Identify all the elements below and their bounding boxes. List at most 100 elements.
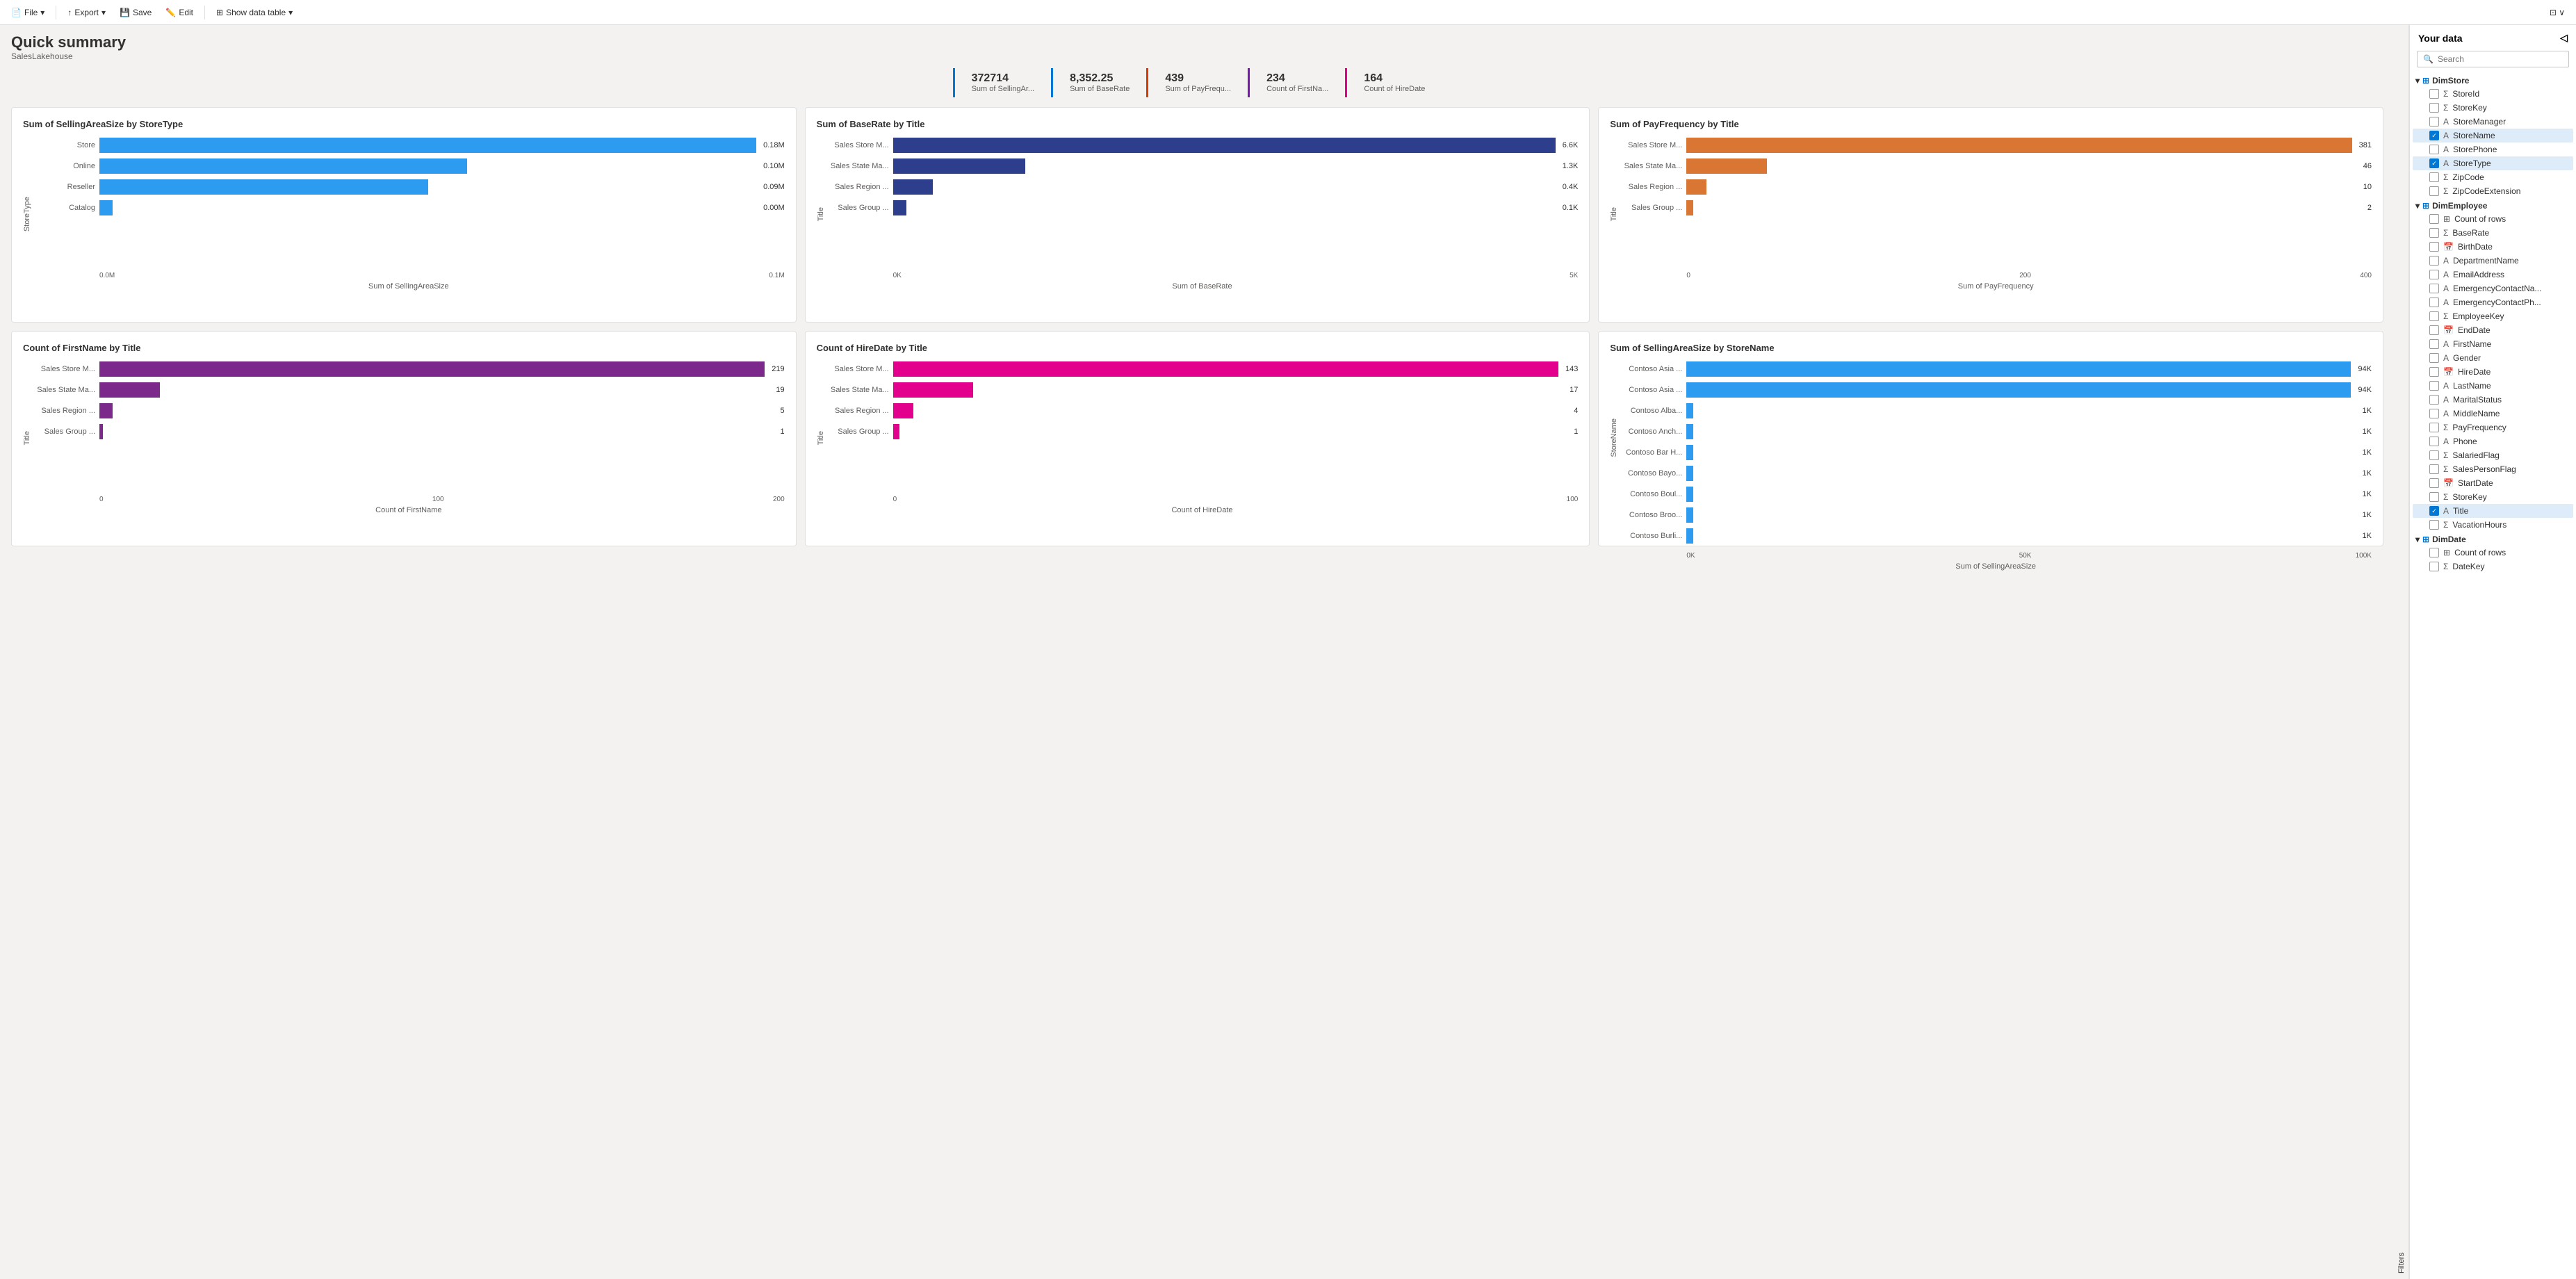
checkbox[interactable] xyxy=(2429,284,2439,293)
tree-item[interactable]: ⊞ Count of rows xyxy=(2413,546,2573,560)
tree-item[interactable]: 📅 EndDate xyxy=(2413,323,2573,337)
checkbox[interactable] xyxy=(2429,186,2439,196)
window-controls[interactable]: ⊡ ∨ xyxy=(2544,5,2570,20)
bar xyxy=(1686,200,1693,215)
checkbox[interactable] xyxy=(2429,520,2439,530)
checkbox[interactable] xyxy=(2429,145,2439,154)
checkbox[interactable] xyxy=(2429,89,2439,99)
bar-value: 1.3K xyxy=(1563,162,1579,170)
checkbox[interactable] xyxy=(2429,381,2439,391)
tree-item[interactable]: A StoreType xyxy=(2413,156,2573,170)
tree-group-header[interactable]: ▾ ⊞ DimDate xyxy=(2413,532,2573,546)
tree-item[interactable]: A Gender xyxy=(2413,351,2573,365)
checkbox[interactable] xyxy=(2429,339,2439,349)
checkbox[interactable] xyxy=(2429,492,2439,502)
tree-item[interactable]: Σ StoreId xyxy=(2413,87,2573,101)
save-button[interactable]: 💾 Save xyxy=(114,5,157,20)
checkbox[interactable] xyxy=(2429,311,2439,321)
tree-item[interactable]: A MiddleName xyxy=(2413,407,2573,421)
tree-item[interactable]: A LastName xyxy=(2413,379,2573,393)
count-icon: ⊞ xyxy=(2443,548,2450,557)
collapse-icon[interactable]: ◁ xyxy=(2560,32,2568,44)
bar-row: Sales Region ... 4 xyxy=(826,403,1579,418)
tree-item[interactable]: Σ EmployeeKey xyxy=(2413,309,2573,323)
export-button[interactable]: ↑ Export ▾ xyxy=(62,5,111,20)
kpi-item: 8,352.25 Sum of BaseRate xyxy=(1051,68,1146,97)
checkbox[interactable] xyxy=(2429,548,2439,557)
checkbox[interactable] xyxy=(2429,256,2439,266)
sigma-icon: Σ xyxy=(2443,311,2448,321)
checkbox[interactable] xyxy=(2429,117,2439,127)
kpi-label: Sum of SellingAr... xyxy=(972,85,1035,93)
checkbox[interactable] xyxy=(2429,437,2439,446)
checkbox[interactable] xyxy=(2429,325,2439,335)
checkbox[interactable] xyxy=(2429,423,2439,432)
tree-item[interactable]: A StoreManager xyxy=(2413,115,2573,129)
tree-item[interactable]: Σ StoreKey xyxy=(2413,101,2573,115)
sidebar-search[interactable]: 🔍 xyxy=(2417,51,2569,67)
checkbox[interactable] xyxy=(2429,367,2439,377)
kpi-value: 439 xyxy=(1165,72,1231,85)
tree-item[interactable]: Σ DateKey xyxy=(2413,560,2573,573)
tree-item[interactable]: Σ BaseRate xyxy=(2413,226,2573,240)
checkbox[interactable] xyxy=(2429,242,2439,252)
tree-item[interactable]: A EmailAddress xyxy=(2413,268,2573,282)
tree-item[interactable]: A Phone xyxy=(2413,434,2573,448)
checkbox[interactable] xyxy=(2429,298,2439,307)
checkbox[interactable] xyxy=(2429,464,2439,474)
bar-row: Sales Store M... 219 xyxy=(33,361,785,377)
tree-item[interactable]: 📅 HireDate xyxy=(2413,365,2573,379)
checkbox[interactable] xyxy=(2429,131,2439,140)
checkbox[interactable] xyxy=(2429,478,2439,488)
checkbox[interactable] xyxy=(2429,103,2439,113)
tree-item[interactable]: Σ VacationHours xyxy=(2413,518,2573,532)
x-axis-title: Sum of BaseRate xyxy=(826,282,1579,291)
tree-group-header[interactable]: ▾ ⊞ DimEmployee xyxy=(2413,198,2573,212)
tree-group-header[interactable]: ▾ ⊞ DimStore xyxy=(2413,73,2573,87)
tree-item[interactable]: A StoreName xyxy=(2413,129,2573,142)
bar-row: Sales State Ma... 17 xyxy=(826,382,1579,398)
filters-tab[interactable]: Filters xyxy=(2395,25,2409,1279)
tree-item[interactable]: A EmergencyContactPh... xyxy=(2413,295,2573,309)
file-menu[interactable]: 📄 File ▾ xyxy=(6,5,50,20)
tree-item[interactable]: 📅 BirthDate xyxy=(2413,240,2573,254)
bar-label: Sales State Ma... xyxy=(1620,162,1682,170)
checkbox[interactable] xyxy=(2429,270,2439,279)
bar xyxy=(1686,507,1693,523)
show-data-table-button[interactable]: ⊞ Show data table ▾ xyxy=(211,5,298,20)
tree-item[interactable]: Σ SalariedFlag xyxy=(2413,448,2573,462)
checkbox[interactable] xyxy=(2429,158,2439,168)
checkbox[interactable] xyxy=(2429,353,2439,363)
sidebar-tree: ▾ ⊞ DimStore Σ StoreId Σ StoreKey A Stor… xyxy=(2410,73,2576,573)
checkbox[interactable] xyxy=(2429,506,2439,516)
tree-item[interactable]: A EmergencyContactNa... xyxy=(2413,282,2573,295)
tree-item[interactable]: Σ SalesPersonFlag xyxy=(2413,462,2573,476)
checkbox[interactable] xyxy=(2429,409,2439,418)
bar-label: Sales Group ... xyxy=(33,427,95,436)
tree-item[interactable]: 📅 StartDate xyxy=(2413,476,2573,490)
checkbox[interactable] xyxy=(2429,228,2439,238)
search-input[interactable] xyxy=(2438,54,2563,64)
tree-item[interactable]: A DepartmentName xyxy=(2413,254,2573,268)
checkbox[interactable] xyxy=(2429,395,2439,405)
tree-item[interactable]: A FirstName xyxy=(2413,337,2573,351)
edit-button[interactable]: ✏️ Edit xyxy=(160,5,199,20)
tree-item[interactable]: Σ StoreKey xyxy=(2413,490,2573,504)
tree-item[interactable]: Σ PayFrequency xyxy=(2413,421,2573,434)
tree-item[interactable]: A MaritalStatus xyxy=(2413,393,2573,407)
checkbox[interactable] xyxy=(2429,450,2439,460)
x-axis-title: Sum of SellingAreaSize xyxy=(33,282,785,291)
bar-row: Contoso Asia ... 94K xyxy=(1620,382,2372,398)
divider xyxy=(204,6,205,19)
tree-item[interactable]: A Title xyxy=(2413,504,2573,518)
bar-chart: Contoso Asia ... 94K Contoso Asia ... 94… xyxy=(1620,361,2372,549)
checkbox[interactable] xyxy=(2429,172,2439,182)
checkbox[interactable] xyxy=(2429,562,2439,571)
tree-item[interactable]: ⊞ Count of rows xyxy=(2413,212,2573,226)
checkbox[interactable] xyxy=(2429,214,2439,224)
date-icon: 📅 xyxy=(2443,325,2454,335)
tree-item[interactable]: Σ ZipCodeExtension xyxy=(2413,184,2573,198)
tree-item[interactable]: A StorePhone xyxy=(2413,142,2573,156)
chevron-down-icon: ▾ xyxy=(288,8,293,17)
tree-item[interactable]: Σ ZipCode xyxy=(2413,170,2573,184)
